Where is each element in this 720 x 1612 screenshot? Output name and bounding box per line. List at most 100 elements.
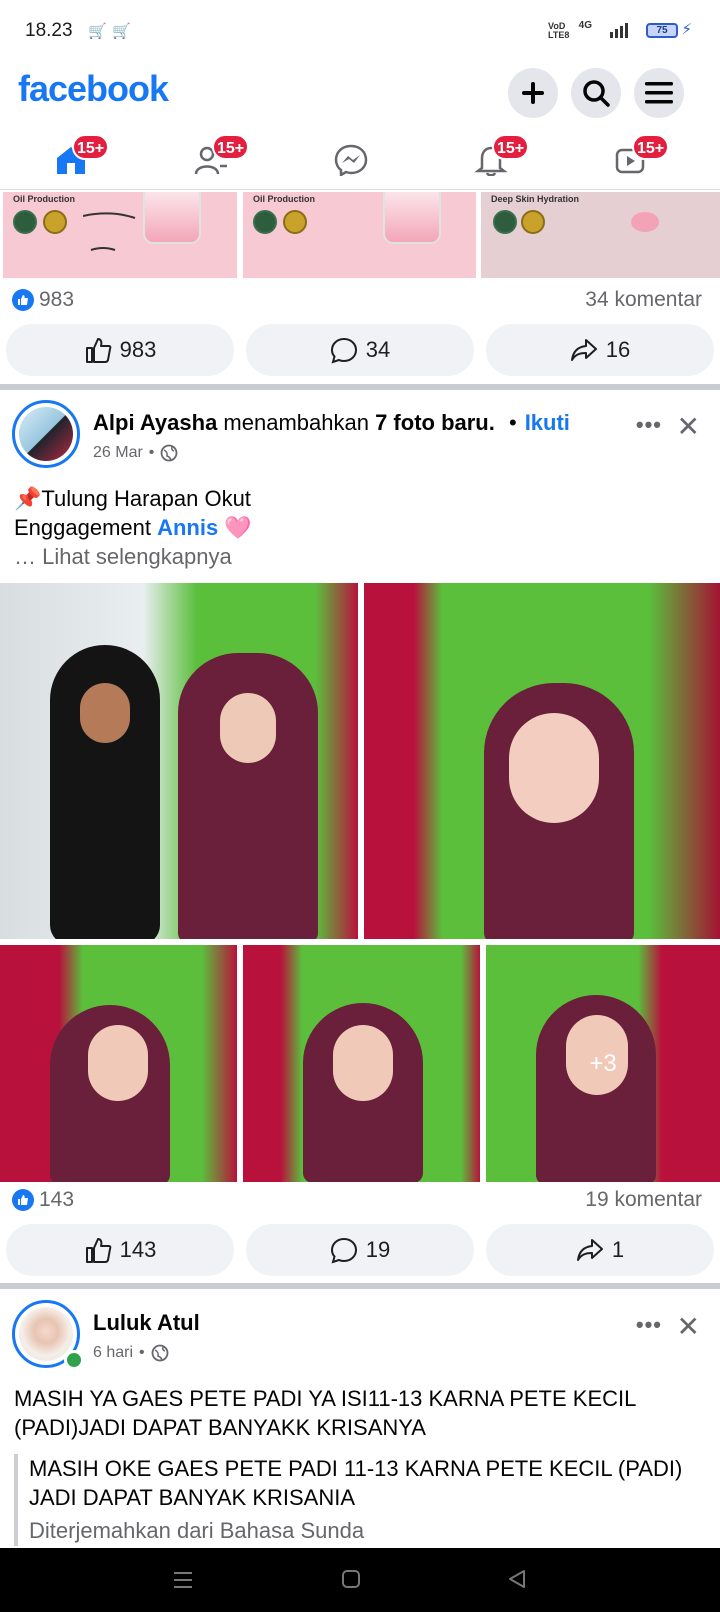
back-icon[interactable] (506, 1568, 528, 1590)
post-photo[interactable] (243, 945, 480, 1182)
like-summary[interactable]: 143 (12, 1188, 74, 1212)
ad-caption: Deep Skin Hydration (491, 194, 580, 204)
tab-video[interactable]: 15+ (600, 134, 670, 184)
post-text: 📌Tulung Harapan Okut Enggagement Annis 🩷… (14, 484, 252, 571)
post-photo[interactable] (364, 583, 720, 939)
share-arrow-icon (576, 1239, 603, 1261)
close-icon[interactable]: ✕ (677, 410, 700, 443)
like-reaction-icon (12, 289, 34, 311)
like-reaction-icon (12, 1189, 34, 1211)
create-button[interactable] (508, 68, 558, 118)
avatar[interactable] (12, 400, 80, 468)
author-name[interactable]: Alpi Ayasha (93, 410, 217, 435)
friends-notification-badge: 15+ (212, 134, 250, 160)
tab-messenger[interactable] (320, 134, 380, 184)
thumbs-up-icon (85, 338, 112, 363)
network-4g-label: 4G (578, 20, 592, 31)
post-photo[interactable] (0, 945, 237, 1182)
heart-emoji: 🩷 (224, 515, 252, 540)
post-photo[interactable] (0, 583, 358, 939)
post-divider (0, 384, 720, 390)
recent-apps-icon[interactable] (172, 1570, 194, 1590)
shopping-cart-icon: 🛒 (88, 23, 107, 40)
product-bottle-image (383, 192, 441, 244)
facebook-logo[interactable]: facebook (18, 68, 169, 110)
search-icon (583, 80, 610, 107)
post-reactions-summary: 143 19 komentar (0, 1184, 720, 1218)
like-button[interactable]: 983 (6, 324, 234, 376)
ad-action-bar: 983 34 16 (0, 324, 720, 376)
network-label: VoD LTE8 (548, 21, 570, 40)
more-photos-count: +3 (589, 1049, 617, 1077)
post-action-bar: 143 19 1 (0, 1224, 720, 1276)
plus-icon (522, 82, 544, 104)
more-options-icon[interactable]: ••• (636, 412, 662, 438)
comment-button[interactable]: 19 (246, 1224, 474, 1276)
share-arrow-icon (570, 339, 597, 361)
post-text-prefix: Enggagement (14, 515, 158, 540)
comment-button[interactable]: 34 (246, 324, 474, 376)
share-button[interactable]: 16 (486, 324, 714, 376)
face-figure (80, 683, 130, 743)
follow-button[interactable]: Ikuti (525, 410, 570, 435)
battery-icon: 75 (646, 23, 678, 38)
like-count-label: 143 (39, 1188, 75, 1211)
face-figure (220, 693, 276, 763)
home-nav-icon[interactable] (340, 1568, 362, 1590)
tab-home[interactable]: 15+ (40, 134, 110, 184)
see-more-link[interactable]: … Lihat selengkapnya (14, 542, 252, 571)
ad-caption: Oil Production (253, 194, 315, 204)
post-text-line: 📌Tulung Harapan Okut (14, 486, 251, 511)
share-button-count: 16 (605, 337, 631, 362)
signal-icon (610, 22, 628, 38)
translated-text: MASIH OKE GAES PETE PADI 11-13 KARNA PET… (29, 1456, 683, 1510)
like-summary[interactable]: 983 (12, 288, 74, 312)
search-button[interactable] (571, 68, 621, 118)
meta-dot: • (148, 444, 155, 461)
comment-count-label[interactable]: 34 komentar (585, 288, 702, 312)
ad-reactions-summary: 983 34 komentar (0, 284, 720, 318)
post-date[interactable]: 6 hari (93, 1344, 133, 1362)
post-header: Luluk Atul 6 hari • ••• ✕ (0, 1300, 720, 1380)
mention-link[interactable]: Annis (157, 515, 218, 540)
menu-button[interactable] (634, 68, 684, 118)
face-figure (333, 1025, 393, 1101)
status-bar: 18.23 🛒 🛒 VoD LTE8 4G 75 ⚡ (0, 0, 720, 62)
like-button[interactable]: 143 (6, 1224, 234, 1276)
badge-seal-icon (13, 210, 37, 234)
ad-card[interactable]: Deep Skin Hydration (481, 192, 720, 278)
translation-note[interactable]: Diterjemahkan dari Bahasa Sunda (29, 1516, 364, 1545)
post-text: MASIH YA GAES PETE PADI YA ISI11-13 KARN… (14, 1386, 636, 1440)
badge-seal-icon (43, 210, 67, 234)
ad-caption: Oil Production (13, 194, 75, 204)
post-meta: 26 Mar • (93, 444, 178, 462)
post-date[interactable]: 26 Mar (93, 444, 143, 462)
shopping-cart-icon: 🛒 (112, 23, 131, 40)
more-options-icon[interactable]: ••• (636, 1312, 662, 1338)
author-name[interactable]: Luluk Atul (93, 1310, 200, 1335)
comment-bubble-icon (330, 1237, 357, 1264)
tab-notifications[interactable]: 15+ (460, 134, 530, 184)
badge-seal-icon (253, 210, 277, 234)
share-button[interactable]: 1 (486, 1224, 714, 1276)
ad-carousel[interactable]: Oil Production Oil Production Deep Skin … (0, 192, 720, 278)
battery-level: 75 (656, 25, 668, 36)
globe-icon (161, 444, 178, 462)
comment-button-count: 19 (365, 1237, 391, 1262)
comment-button-count: 34 (365, 337, 391, 362)
translation-quote-bar (14, 1454, 18, 1546)
tab-friends[interactable]: 15+ (180, 134, 250, 184)
system-navigation-bar (0, 1548, 720, 1612)
face-figure (509, 713, 599, 823)
post-title: Luluk Atul (93, 1310, 200, 1336)
like-button-count: 983 (119, 337, 157, 362)
close-icon[interactable]: ✕ (677, 1310, 700, 1343)
ad-card[interactable]: Oil Production (3, 192, 237, 278)
post-photo-more[interactable]: +3 (486, 945, 720, 1182)
post-title: Alpi Ayasha menambahkan 7 foto baru. • Ik… (93, 410, 570, 436)
ad-card[interactable]: Oil Production (243, 192, 476, 278)
comment-count-label[interactable]: 19 komentar (585, 1188, 702, 1212)
product-drop-image (631, 212, 659, 232)
notifications-badge: 15+ (492, 134, 530, 160)
separator-dot: • (508, 410, 517, 435)
